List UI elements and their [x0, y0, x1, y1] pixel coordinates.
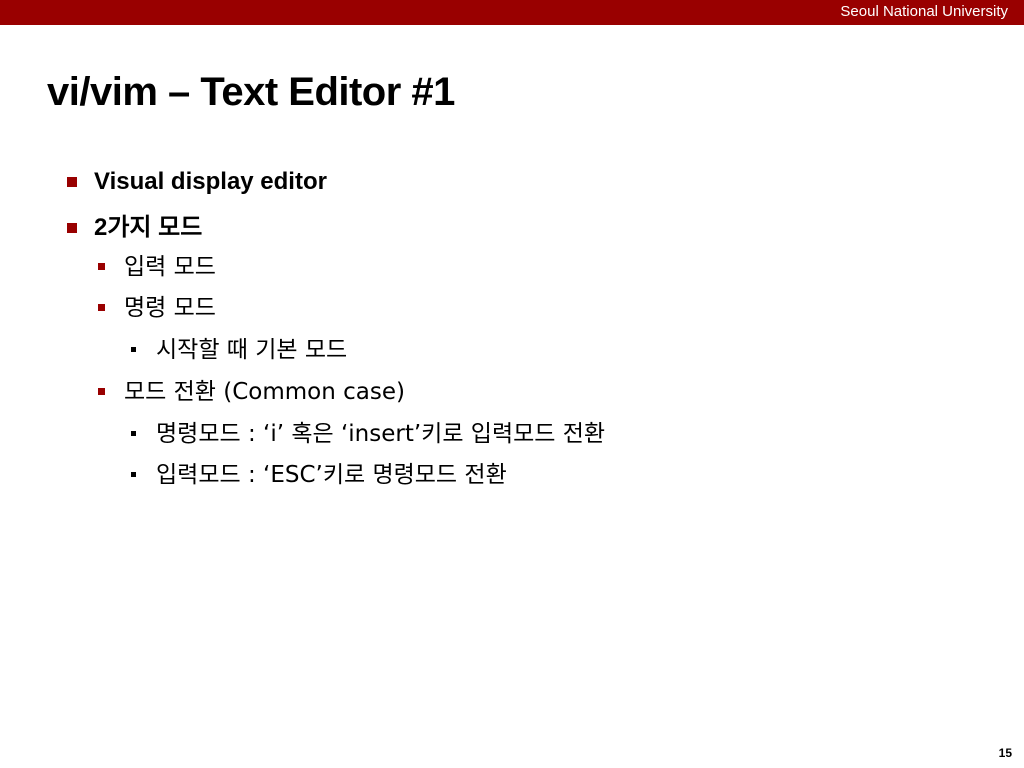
square-bullet-icon	[67, 177, 77, 187]
bullet-item: 명령모드 : ‘i’ 혹은 ‘insert’키로 입력모드 전환	[131, 418, 605, 449]
square-bullet-icon	[98, 388, 105, 395]
bullet-text: 입력모드 : ‘ESC’키로 명령모드 전환	[156, 461, 507, 488]
square-bullet-icon	[67, 223, 77, 233]
square-bullet-icon	[98, 263, 105, 270]
bullet-list: Visual display editor 2가지 모드 입력 모드 명령 모드…	[0, 0, 1024, 768]
bullet-item: 입력 모드	[98, 251, 216, 282]
bullet-item: 모드 전환 (Common case)	[98, 376, 405, 407]
square-bullet-icon	[98, 304, 105, 311]
bullet-text: 입력 모드	[124, 253, 216, 280]
bullet-text: 2가지 모드	[94, 214, 203, 241]
small-square-bullet-icon	[131, 347, 136, 352]
bullet-item: Visual display editor	[67, 166, 327, 197]
bullet-item: 입력모드 : ‘ESC’키로 명령모드 전환	[131, 459, 507, 490]
bullet-text: 명령모드 : ‘i’ 혹은 ‘insert’키로 입력모드 전환	[156, 420, 606, 447]
bullet-text: 명령 모드	[124, 294, 216, 321]
bullet-item: 2가지 모드	[67, 212, 202, 243]
small-square-bullet-icon	[131, 431, 136, 436]
page-number: 15	[998, 746, 1012, 760]
bullet-item: 명령 모드	[98, 292, 216, 323]
bullet-text: 모드 전환 (Common case)	[124, 378, 405, 405]
bullet-text: 시작할 때 기본 모드	[156, 336, 348, 363]
bullet-item: 시작할 때 기본 모드	[131, 334, 347, 365]
bullet-text: Visual display editor	[94, 168, 327, 195]
small-square-bullet-icon	[131, 472, 136, 477]
